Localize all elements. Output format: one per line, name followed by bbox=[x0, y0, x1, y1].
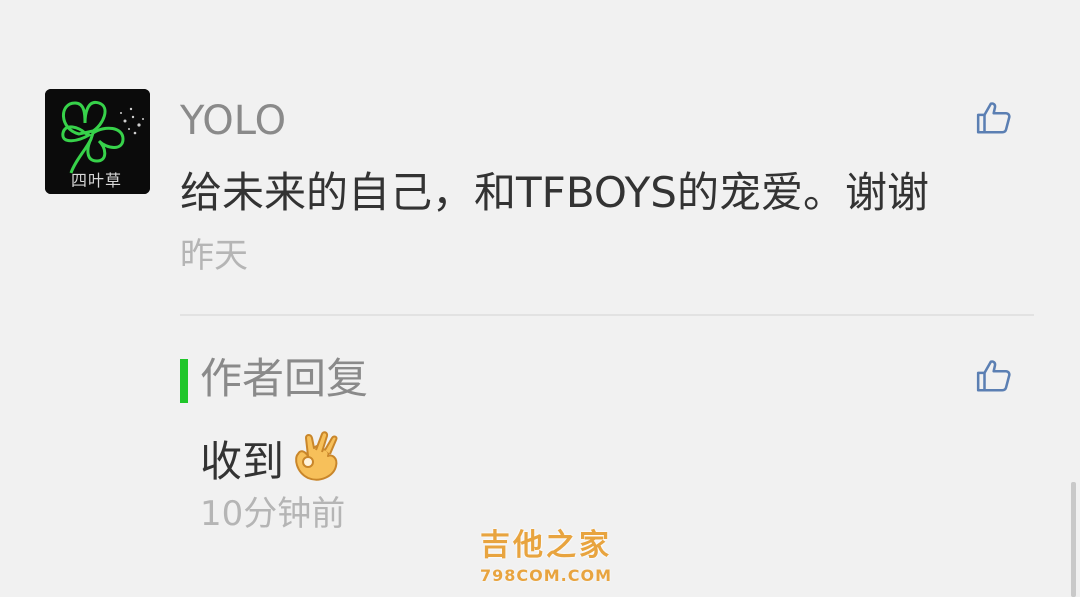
comment-timestamp: 昨天 bbox=[180, 236, 248, 276]
avatar[interactable]: 四叶草 bbox=[45, 89, 150, 194]
watermark-title: 吉他之家 bbox=[480, 528, 612, 563]
reply-like-button[interactable] bbox=[973, 355, 1015, 397]
comment-text: 给未来的自己，和TFBOYS的宠爱。谢谢 bbox=[180, 168, 929, 217]
thumbs-up-icon bbox=[976, 360, 1011, 392]
reply-heading: 作者回复 bbox=[200, 354, 369, 403]
watermark-url: 798COM.COM bbox=[479, 566, 612, 585]
thumbs-up-icon bbox=[976, 102, 1011, 134]
divider bbox=[180, 314, 1034, 316]
watermark: 吉他之家 798COM.COM bbox=[466, 528, 626, 586]
avatar-caption: 四叶草 bbox=[71, 171, 123, 190]
reply-text: 收到 bbox=[200, 436, 285, 486]
comment-username[interactable]: YOLO bbox=[180, 98, 286, 144]
reply-accent-bar bbox=[180, 359, 188, 403]
ok-hand-icon bbox=[288, 428, 344, 495]
reply-text-row: 收到 bbox=[200, 428, 344, 495]
comment-like-button[interactable] bbox=[973, 97, 1015, 139]
comment-page: 四叶草 YOLO 给未来的自己，和TFBOYS的宠爱。谢谢 昨天 作者回复 收到 bbox=[0, 0, 1080, 597]
reply-timestamp: 10分钟前 bbox=[200, 494, 346, 534]
scrollbar[interactable] bbox=[1071, 482, 1076, 597]
